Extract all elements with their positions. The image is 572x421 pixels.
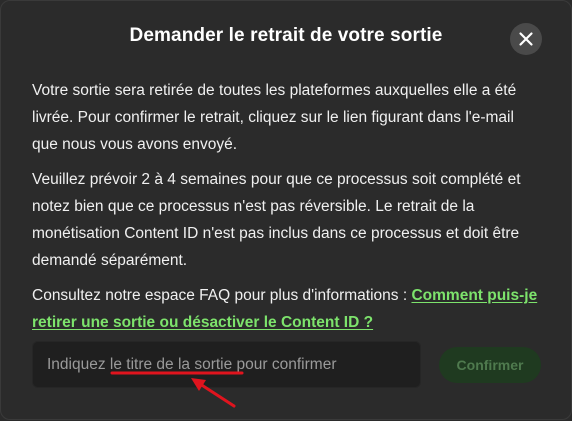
dialog-title: Demander le retrait de votre sortie xyxy=(129,25,443,46)
info-paragraph-faq: Consultez notre espace FAQ pour plus d'i… xyxy=(32,282,544,336)
confirm-button[interactable]: Confirmer xyxy=(439,347,541,383)
close-button[interactable] xyxy=(510,23,542,55)
close-icon xyxy=(519,32,533,46)
faq-intro-text: Consultez notre espace FAQ pour plus d'i… xyxy=(32,287,412,304)
release-title-confirm-input[interactable] xyxy=(32,341,421,388)
info-paragraph-delivery: Votre sortie sera retirée de toutes les … xyxy=(32,82,517,153)
remove-release-dialog: Demander le retrait de votre sortie Votr… xyxy=(0,0,572,420)
dialog-body: Votre sortie sera retirée de toutes les … xyxy=(32,77,544,344)
info-paragraph-delay: Veuillez prévoir 2 à 4 semaines pour que… xyxy=(32,171,521,269)
